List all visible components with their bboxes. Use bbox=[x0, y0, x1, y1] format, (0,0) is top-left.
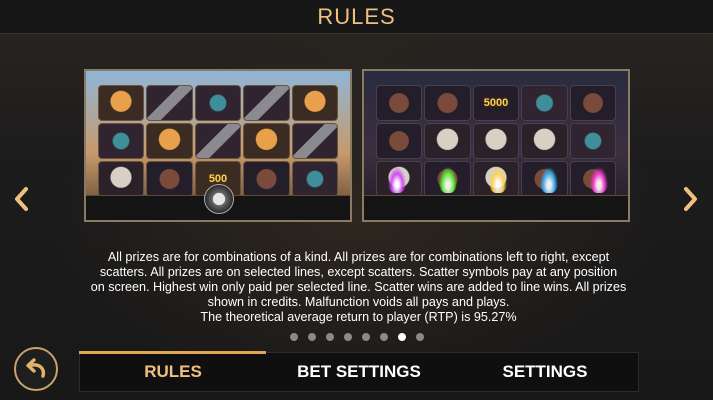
flame-icon bbox=[590, 167, 608, 193]
prev-page-button[interactable] bbox=[12, 186, 32, 212]
symbol-cell bbox=[194, 123, 242, 159]
symbol-cell bbox=[291, 123, 338, 159]
page-title: RULES bbox=[317, 4, 396, 29]
symbol-cell bbox=[376, 123, 423, 159]
flame-icon bbox=[388, 167, 406, 193]
symbol-cell bbox=[569, 85, 616, 121]
page-dot[interactable] bbox=[415, 333, 424, 341]
page-indicator bbox=[0, 333, 713, 343]
next-page-button[interactable] bbox=[680, 186, 700, 212]
symbol-cell bbox=[243, 161, 290, 197]
tab-bar: RULES BET SETTINGS SETTINGS bbox=[79, 352, 639, 392]
flame-icon bbox=[438, 167, 457, 193]
page-dot[interactable] bbox=[343, 333, 352, 341]
rules-screenshot-scatter-feature: 5000 bbox=[362, 69, 630, 222]
rules-description: All prizes are for combinations of a kin… bbox=[86, 250, 631, 325]
tab-rules[interactable]: RULES bbox=[80, 353, 266, 391]
symbol-cell bbox=[472, 123, 520, 159]
rules-line: All prizes are for combinations of a kin… bbox=[107, 250, 610, 264]
chevron-left-icon bbox=[15, 187, 28, 211]
scatter-flames bbox=[388, 167, 608, 193]
back-button[interactable] bbox=[14, 347, 58, 391]
header-bar: RULES bbox=[0, 0, 713, 34]
page-dot[interactable] bbox=[379, 333, 388, 341]
symbol-cell bbox=[243, 123, 290, 159]
symbol-cell bbox=[521, 123, 568, 159]
page-dot[interactable] bbox=[361, 333, 370, 341]
symbol-cell bbox=[194, 85, 242, 121]
symbol-cell bbox=[146, 123, 193, 159]
flame-icon bbox=[539, 167, 558, 193]
flame-icon bbox=[489, 167, 507, 193]
symbol-cell bbox=[291, 161, 338, 197]
symbol-cell bbox=[291, 85, 338, 121]
spin-button-icon bbox=[204, 184, 234, 214]
symbol-cell bbox=[98, 123, 145, 159]
undo-arrow-icon bbox=[26, 358, 46, 378]
chevron-right-icon bbox=[684, 187, 697, 211]
symbol-cell bbox=[98, 85, 145, 121]
tab-bet-settings[interactable]: BET SETTINGS bbox=[266, 353, 452, 391]
symbol-cell bbox=[376, 85, 423, 121]
symbol-cell bbox=[146, 161, 193, 197]
symbol-cell bbox=[98, 161, 145, 197]
page-dot[interactable] bbox=[397, 333, 406, 341]
page-dot[interactable] bbox=[325, 333, 334, 341]
rules-line: on screen. Highest win only paid per sel… bbox=[90, 280, 627, 294]
reel-grid: 500 bbox=[98, 85, 338, 197]
active-tab-indicator bbox=[79, 351, 266, 354]
symbol-cell bbox=[424, 123, 471, 159]
scatter-value: 5000 bbox=[472, 85, 520, 121]
symbol-cell bbox=[521, 85, 568, 121]
symbol-cell bbox=[569, 123, 616, 159]
rules-screenshot-base-game: 500 bbox=[84, 69, 352, 222]
rules-line: shown in credits. Malfunction voids all … bbox=[207, 295, 510, 309]
rtp-line: The theoretical average return to player… bbox=[200, 310, 517, 324]
page-dot[interactable] bbox=[307, 333, 316, 341]
page-dot[interactable] bbox=[289, 333, 298, 341]
game-control-bar bbox=[364, 195, 628, 220]
rules-line: scatters. All prizes are on selected lin… bbox=[99, 265, 618, 279]
symbol-cell bbox=[146, 85, 193, 121]
symbol-cell bbox=[243, 85, 290, 121]
tab-settings[interactable]: SETTINGS bbox=[452, 353, 638, 391]
symbol-cell bbox=[424, 85, 471, 121]
